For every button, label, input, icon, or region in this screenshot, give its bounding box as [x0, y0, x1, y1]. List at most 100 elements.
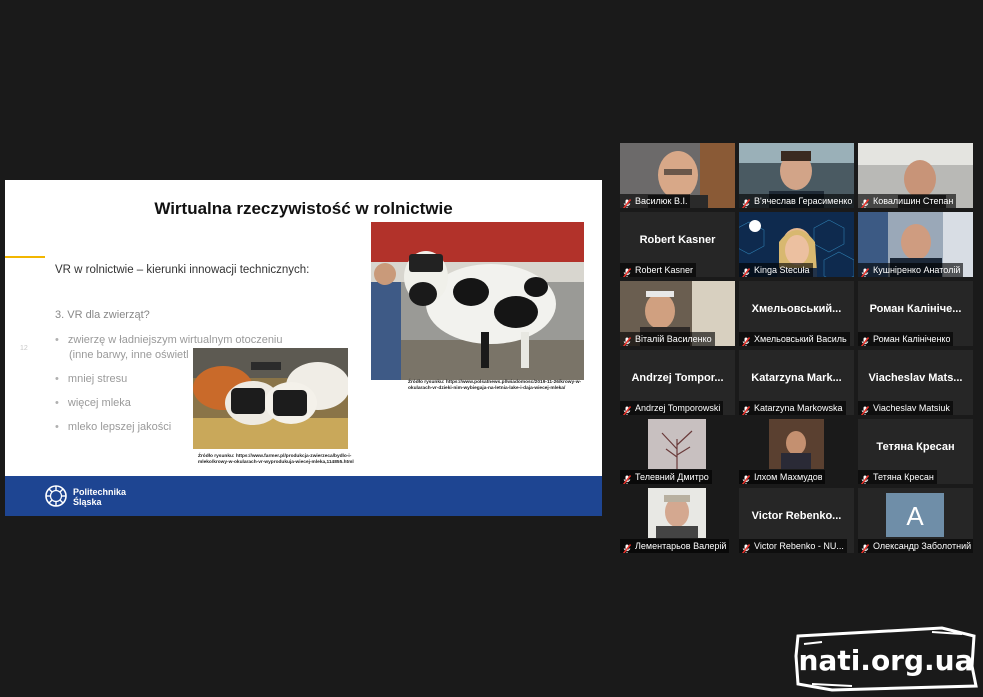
microphone-muted-icon	[741, 196, 751, 208]
participant-name-bar: Василюк В.І.	[620, 194, 691, 208]
microphone-muted-icon	[860, 265, 870, 277]
participant-tile[interactable]: Кушніренко Анатолій	[858, 212, 973, 277]
participant-name: Хмельовський Василь	[754, 334, 847, 344]
microphone-muted-icon	[860, 541, 870, 553]
participant-name: Viacheslav Matsiuk	[873, 403, 950, 413]
participant-tile[interactable]: Лементарьов Валерій	[620, 488, 735, 553]
participant-tile[interactable]: Тетяна Кресан Тетяна Кресан	[858, 419, 973, 484]
participant-name-bar: Роман Калініченко	[858, 332, 954, 346]
participant-tile[interactable]: Хмельовський... Хмельовський Василь	[739, 281, 854, 346]
microphone-muted-icon	[860, 472, 870, 484]
shared-screen-slide: Wirtualna rzeczywistość w rolnictwie 12 …	[5, 180, 602, 516]
microphone-muted-icon	[622, 196, 632, 208]
participant-tile[interactable]: Victor Rebenko... Victor Rebenko - NU...	[739, 488, 854, 553]
image-caption: Źródło rysunku: https://www.farmer.pl/pr…	[198, 454, 354, 465]
participant-name: Кушніренко Анатолій	[873, 265, 961, 275]
participant-display-name: Роман Калініче...	[869, 303, 962, 315]
participant-tile[interactable]: Andrzej Tompor... Andrzej Tomporowski	[620, 350, 735, 415]
participant-tile[interactable]: Robert Kasner Robert Kasner	[620, 212, 735, 277]
participant-name-bar: Віталій Василенко	[620, 332, 715, 346]
participant-name-bar: Robert Kasner	[620, 263, 697, 277]
participant-name-bar: Victor Rebenko - NU...	[739, 539, 847, 553]
university-logo-text: Politechnika Śląska	[73, 487, 126, 507]
microphone-muted-icon	[622, 334, 632, 346]
microphone-muted-icon	[741, 403, 751, 415]
participant-tile[interactable]: Ілхом Махмудов	[739, 419, 854, 484]
bullet-text: mniej stresu	[67, 373, 128, 385]
participant-tile[interactable]: В'ячеслав Герасименко	[739, 143, 854, 208]
logo-line-1: Politechnika	[73, 487, 127, 497]
participant-tile[interactable]: Телевний Дмитро	[620, 419, 735, 484]
watermark-text: nati.org.ua	[799, 644, 974, 677]
participant-name-bar: Viacheslav Matsiuk	[858, 401, 953, 415]
participant-tile[interactable]: Ковалишин Степан	[858, 143, 973, 208]
participant-name-bar: Ковалишин Степан	[858, 194, 957, 208]
image-caption: Źródło rysunku: https://www.polsatnews.p…	[408, 380, 582, 391]
participant-name-bar: Andrzej Tomporowski	[620, 401, 724, 415]
participant-tile[interactable]: Василюк В.І.	[620, 143, 735, 208]
participant-name: Robert Kasner	[635, 265, 694, 275]
participant-name: Лементарьов Валерій	[635, 541, 727, 551]
microphone-muted-icon	[860, 196, 870, 208]
participant-tile[interactable]: Kinga Stecuła	[739, 212, 854, 277]
participant-name: Олександр Заболотний	[873, 541, 972, 551]
participant-display-name: Robert Kasner	[639, 234, 716, 246]
participant-display-name: Viacheslav Mats...	[868, 372, 963, 384]
bullet-item: mniej stresu	[55, 372, 127, 387]
participant-display-name: Victor Rebenko...	[751, 510, 842, 522]
participant-tile[interactable]: Роман Калініче... Роман Калініченко	[858, 281, 973, 346]
participant-name-bar: Ілхом Махмудов	[739, 470, 826, 484]
participant-name: Тетяна Кресан	[873, 472, 934, 482]
bullet-text: zwierzę w ładniejszym wirtualnym otoczen…	[67, 334, 283, 346]
participant-name-bar: Лементарьов Валерій	[620, 539, 730, 553]
participant-name: В'ячеслав Герасименко	[754, 196, 853, 206]
bullet-text: więcej mleka	[67, 397, 131, 409]
participant-tile[interactable]: Віталій Василенко	[620, 281, 735, 346]
participant-tile[interactable]: A Олександр Заболотний	[858, 488, 973, 553]
participant-display-name: Katarzyna Mark...	[751, 372, 842, 384]
participant-name: Ковалишин Степан	[873, 196, 954, 206]
bullet-item: więcej mleka	[55, 396, 131, 411]
photo-cow-vr-farmer	[371, 222, 584, 380]
participant-name: Victor Rebenko - NU...	[754, 541, 844, 551]
participant-name-bar: Хмельовський Василь	[739, 332, 850, 346]
university-emblem-icon	[45, 485, 67, 507]
participant-display-name: Тетяна Кресан	[876, 441, 955, 453]
participant-name-bar: Кушніренко Анатолій	[858, 263, 964, 277]
logo-line-2: Śląska	[73, 497, 102, 507]
section-heading: 3. VR dla zwierząt?	[55, 309, 150, 321]
participant-avatar: A	[886, 493, 944, 537]
participant-name: Andrzej Tomporowski	[635, 403, 721, 413]
participant-name: Телевний Дмитро	[635, 472, 709, 482]
microphone-muted-icon	[860, 334, 870, 346]
microphone-muted-icon	[622, 403, 632, 415]
accent-line	[5, 256, 45, 258]
participant-display-name: Хмельовський...	[751, 303, 842, 315]
microphone-muted-icon	[622, 265, 632, 277]
participant-tile[interactable]: Katarzyna Mark... Katarzyna Markowska	[739, 350, 854, 415]
participant-name: Ілхом Махмудов	[754, 472, 823, 482]
participant-name-bar: Олександр Заболотний	[858, 539, 973, 553]
bullet-item: mleko lepszej jakości	[55, 420, 171, 435]
participant-name-bar: Katarzyna Markowska	[739, 401, 846, 415]
microphone-muted-icon	[741, 265, 751, 277]
participant-tile[interactable]: Viacheslav Mats... Viacheslav Matsiuk	[858, 350, 973, 415]
participant-name: Роман Калініченко	[873, 334, 951, 344]
participant-name: Kinga Stecuła	[754, 265, 810, 275]
microphone-muted-icon	[741, 472, 751, 484]
participant-display-name: Andrzej Tompor...	[631, 372, 724, 384]
participant-name: Василюк В.І.	[635, 196, 688, 206]
participant-name: Katarzyna Markowska	[754, 403, 843, 413]
microphone-muted-icon	[860, 403, 870, 415]
participant-name-bar: Телевний Дмитро	[620, 470, 712, 484]
microphone-muted-icon	[741, 541, 751, 553]
microphone-muted-icon	[622, 472, 632, 484]
microphone-muted-icon	[622, 541, 632, 553]
participant-name: Віталій Василенко	[635, 334, 712, 344]
photo-cows-vr-headsets	[193, 348, 348, 449]
bullet-text: mleko lepszej jakości	[67, 421, 172, 433]
microphone-muted-icon	[741, 334, 751, 346]
slide-title: Wirtualna rzeczywistość w rolnictwie	[154, 199, 453, 218]
participant-name-bar: В'ячеслав Герасименко	[739, 194, 854, 208]
site-watermark-logo: nati.org.ua	[792, 626, 980, 692]
